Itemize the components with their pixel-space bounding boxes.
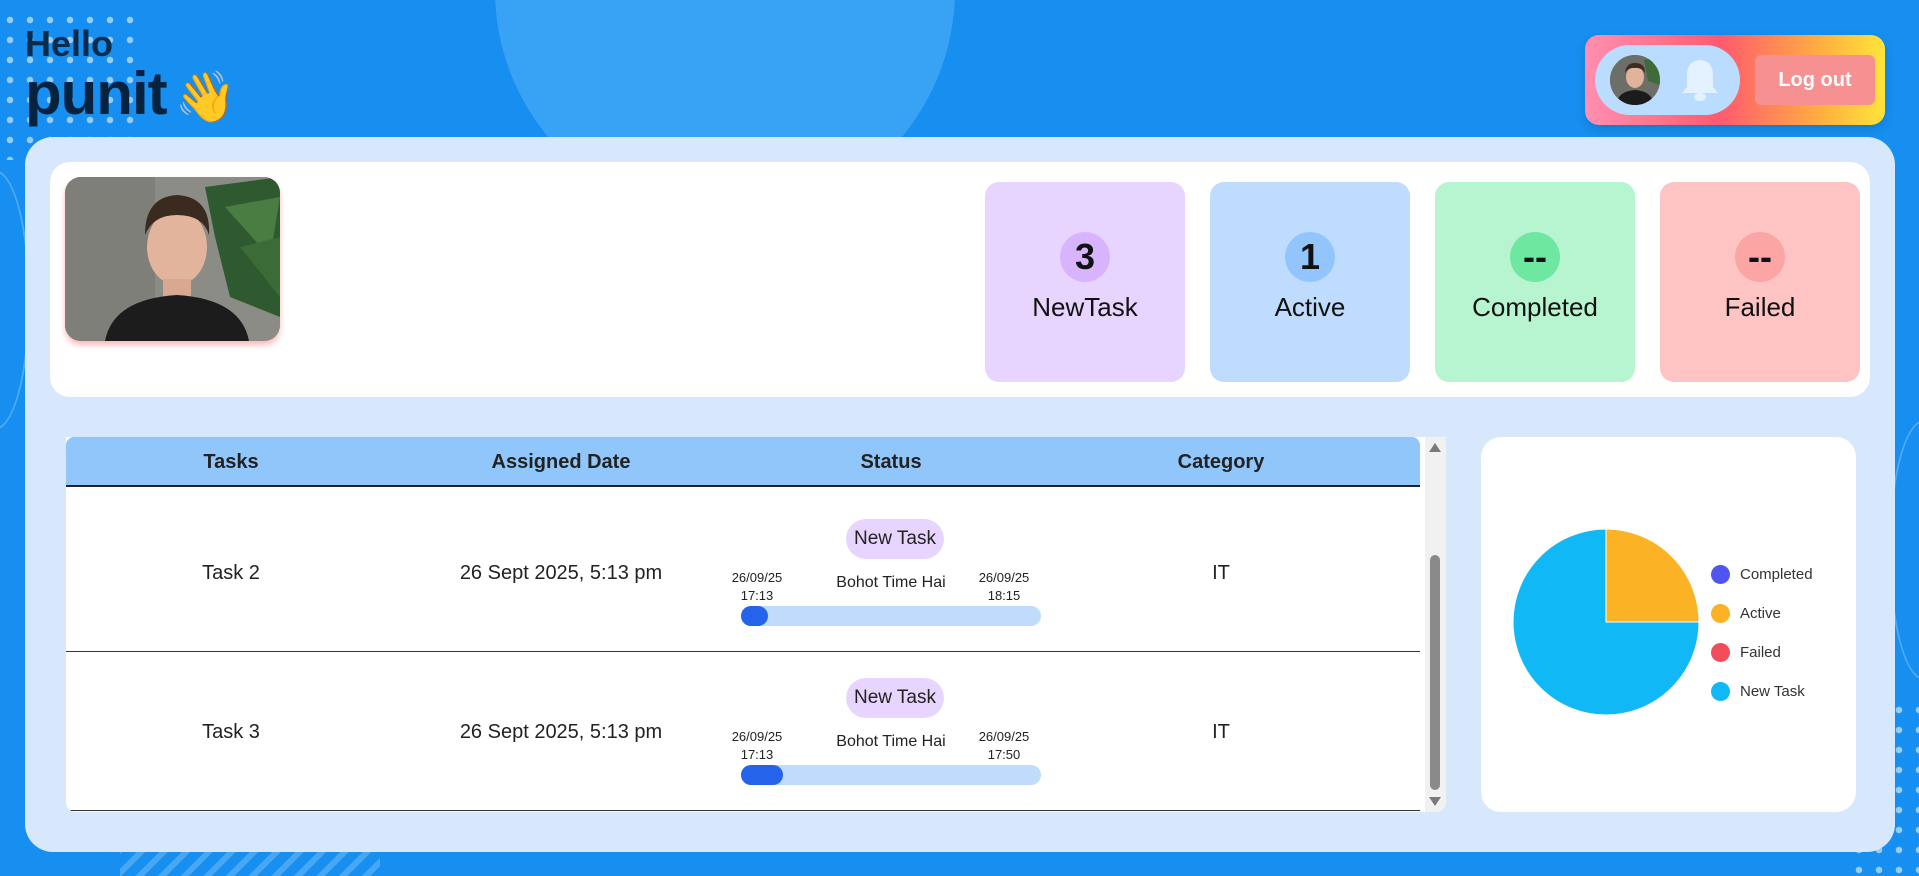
assigned-date: 26 Sept 2025, 5:13 pm [459, 561, 663, 584]
task-pie-chart-card: Completed Active Failed New Task [1481, 437, 1856, 812]
legend-label: Active [1740, 605, 1781, 622]
profile-photo [65, 177, 280, 341]
end-time-text: 18:15 [987, 588, 1021, 603]
legend-item[interactable]: Failed [1711, 633, 1813, 672]
table-header: Tasks Assigned Date Status Category [66, 437, 1420, 487]
stat-card-completed: -- Completed [1435, 182, 1635, 382]
stat-card-active: 1 Active [1210, 182, 1410, 382]
legend-item[interactable]: Active [1711, 594, 1813, 633]
legend-swatch [1711, 643, 1730, 662]
end-time-text: 17:50 [987, 747, 1021, 762]
column-header-tasks: Tasks [203, 451, 259, 473]
time-progress-bar [741, 765, 1041, 785]
column-header-assigned-date: Assigned Date [491, 451, 631, 473]
scroll-up-arrow-icon[interactable] [1429, 443, 1441, 452]
task-table: Tasks Assigned Date Status Category Task… [66, 437, 1446, 812]
start-time-text: 17:13 [740, 588, 774, 603]
wave-emoji-icon: 👋 [174, 69, 237, 125]
table-scrollbar[interactable] [1425, 437, 1446, 812]
stat-count-failed: -- [1735, 232, 1785, 282]
table-row[interactable]: Task 3 26 Sept 2025, 5:13 pm New Task 26… [66, 653, 1420, 811]
time-progress-fill [741, 606, 768, 626]
status-badge: New Task [846, 519, 944, 559]
stat-card-failed: -- Failed [1660, 182, 1860, 382]
start-date-text: 26/09/25 [731, 570, 783, 585]
stat-card-newtask: 3 NewTask [985, 182, 1185, 382]
pie-legend: Completed Active Failed New Task [1711, 555, 1813, 711]
pie-chart [1512, 528, 1700, 716]
user-name: punit 👋 [25, 64, 237, 125]
legend-label: Completed [1740, 566, 1813, 583]
status-badge: New Task [846, 678, 944, 718]
stat-count-active: 1 [1285, 232, 1335, 282]
legend-label: New Task [1740, 683, 1805, 700]
legend-swatch [1711, 682, 1730, 701]
avatar[interactable] [1610, 55, 1660, 105]
profile-card: 3 NewTask 1 Active -- Completed -- Faile… [50, 162, 1870, 397]
dashboard-panel: 3 NewTask 1 Active -- Completed -- Faile… [25, 137, 1895, 852]
status-cell: New Task 26/09/25 17:13 Bohot Time Hai 26… [726, 653, 1056, 811]
stat-label-failed: Failed [1724, 292, 1796, 322]
assigned-date: 26 Sept 2025, 5:13 pm [459, 720, 663, 743]
legend-swatch [1711, 565, 1730, 584]
end-date-text: 26/09/25 [978, 570, 1030, 585]
status-cell: New Task 26/09/25 17:13 Bohot Time Hai 26… [726, 494, 1056, 652]
user-pill [1595, 45, 1740, 115]
pie-slice-active [1605, 528, 1700, 623]
stat-label-newtask: NewTask [1032, 292, 1138, 322]
end-date-text: 26/09/25 [978, 729, 1030, 744]
table-row[interactable]: Task 2 26 Sept 2025, 5:13 pm New Task 26… [66, 494, 1420, 652]
legend-swatch [1711, 604, 1730, 623]
time-progress-bar [741, 606, 1041, 626]
category: IT [1212, 720, 1230, 743]
start-time: 26/09/25 17:13 [727, 728, 787, 764]
stat-count-completed: -- [1510, 232, 1560, 282]
time-progress-fill [741, 765, 783, 785]
user-name-text: punit [25, 60, 168, 127]
end-time: 26/09/25 18:15 [974, 569, 1034, 605]
legend-label: Failed [1740, 644, 1781, 661]
greeting-hello: Hello [25, 23, 114, 64]
stat-label-active: Active [1274, 292, 1346, 322]
end-time: 26/09/25 17:50 [974, 728, 1034, 764]
topbar: Log out [1585, 35, 1885, 125]
legend-item[interactable]: New Task [1711, 672, 1813, 711]
time-remaining-message: Bohot Time Hai [836, 733, 946, 750]
start-date-text: 26/09/25 [731, 729, 783, 744]
stat-count-newtask: 3 [1060, 232, 1110, 282]
logout-button[interactable]: Log out [1755, 55, 1875, 105]
scroll-down-arrow-icon[interactable] [1429, 797, 1441, 806]
greeting: Hello punit 👋 [25, 23, 237, 125]
time-remaining-message: Bohot Time Hai [836, 574, 946, 591]
category: IT [1212, 561, 1230, 584]
scroll-thumb[interactable] [1430, 555, 1440, 790]
start-time: 26/09/25 17:13 [727, 569, 787, 605]
column-header-status: Status [860, 451, 922, 473]
column-header-category: Category [1177, 451, 1265, 473]
start-time-text: 17:13 [740, 747, 774, 762]
task-name: Task 3 [202, 720, 260, 743]
legend-item[interactable]: Completed [1711, 555, 1813, 594]
task-name: Task 2 [202, 561, 260, 584]
notification-bell-icon[interactable] [1675, 55, 1725, 105]
stat-label-completed: Completed [1472, 292, 1598, 322]
